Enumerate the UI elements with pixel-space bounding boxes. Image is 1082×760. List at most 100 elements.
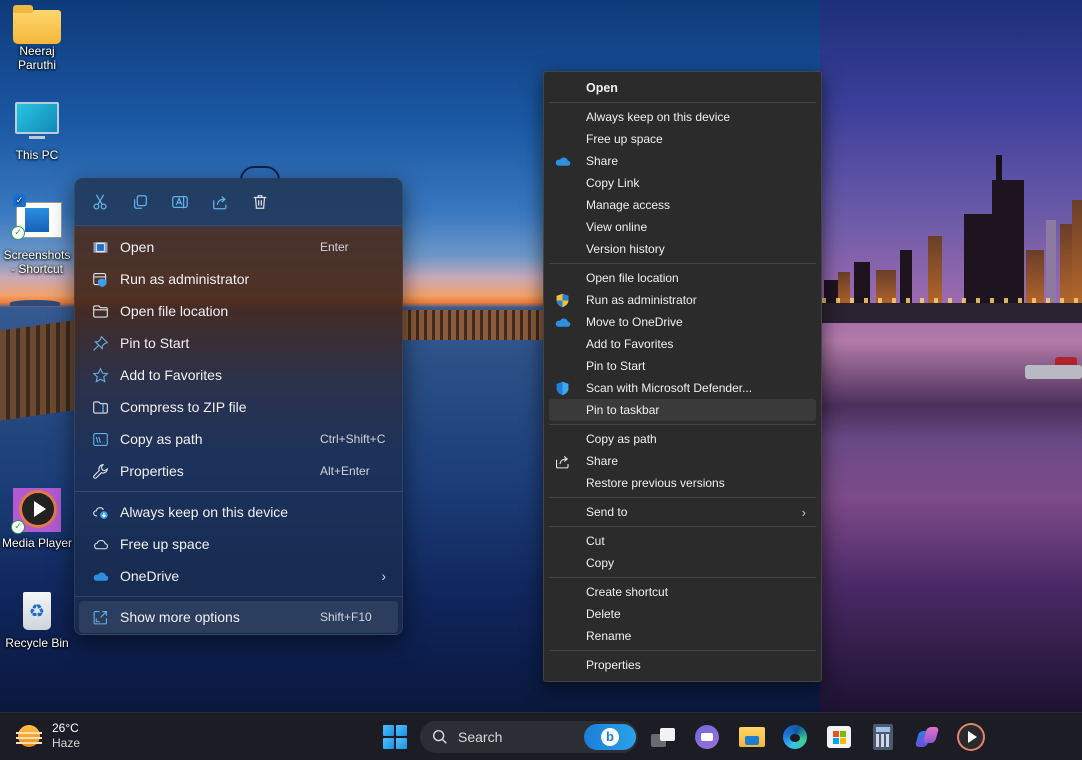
menu-separator	[549, 424, 816, 425]
pin-icon	[92, 335, 108, 351]
classic-item-share-onedrive[interactable]: Share	[549, 150, 816, 172]
menu-item-label: View online	[586, 220, 648, 234]
classic-item-manage-access[interactable]: Manage access	[549, 194, 816, 216]
classic-item-pin-to-start[interactable]: Pin to Start	[549, 355, 816, 377]
classic-item-copy-as-path[interactable]: Copy as path	[549, 428, 816, 450]
haze-weather-icon	[16, 723, 42, 749]
share-button[interactable]	[207, 189, 233, 215]
classic-item-view-online[interactable]: View online	[549, 216, 816, 238]
menu-item-label: Cut	[586, 534, 605, 548]
menu-item-label: Open file location	[586, 271, 679, 285]
classic-item-copy[interactable]: Copy	[549, 552, 816, 574]
classic-item-scan-with-defender[interactable]: Scan with Microsoft Defender...	[549, 377, 816, 399]
desktop-icon-label: This PC	[15, 148, 59, 162]
menu-item-label: Always keep on this device	[586, 110, 731, 124]
classic-item-move-to-onedrive[interactable]: Move to OneDrive	[549, 311, 816, 333]
menu-item-label: OneDrive	[120, 568, 180, 584]
chevron-right-icon: ›	[801, 504, 806, 520]
taskbar: 26°C Haze Search b	[0, 712, 1082, 760]
bing-chat-button[interactable]: b	[584, 724, 636, 750]
menu-item-label: Add to Favorites	[120, 367, 222, 383]
menu-item-always-keep-on-device[interactable]: Always keep on this device	[79, 496, 398, 528]
share-icon	[213, 196, 227, 210]
menu-item-add-to-favorites[interactable]: Add to Favorites	[79, 359, 398, 391]
taskbar-edge[interactable]	[781, 723, 809, 751]
taskbar-meet-now[interactable]	[693, 723, 721, 751]
onedrive-icon	[93, 571, 108, 581]
menu-item-free-up-space[interactable]: Free up space	[79, 528, 398, 560]
delete-button[interactable]	[247, 189, 273, 215]
taskbar-copilot[interactable]	[913, 723, 941, 751]
taskbar-store[interactable]	[825, 723, 853, 751]
menu-item-pin-to-start[interactable]: Pin to Start	[79, 327, 398, 359]
copy-path-icon	[92, 432, 108, 446]
menu-item-label: Free up space	[120, 536, 210, 552]
weather-condition: Haze	[52, 736, 81, 750]
desktop-icon-label: Recycle Bin	[5, 636, 69, 650]
menu-item-label: Delete	[586, 607, 621, 621]
classic-item-open[interactable]: Open	[549, 77, 816, 99]
classic-item-always-keep-on-device[interactable]: Always keep on this device	[549, 106, 816, 128]
menu-item-label: Pin to Start	[586, 359, 646, 373]
classic-item-cut[interactable]: Cut	[549, 530, 816, 552]
taskbar-file-explorer[interactable]	[738, 723, 766, 751]
wallpaper-boat	[1025, 357, 1082, 379]
classic-item-delete[interactable]: Delete	[549, 603, 816, 625]
menu-item-label: Open file location	[120, 303, 229, 319]
start-button[interactable]	[383, 725, 407, 749]
weather-temperature: 26°C	[52, 721, 79, 735]
menu-item-label: Share	[586, 454, 619, 468]
menu-item-label: Pin to Start	[120, 335, 190, 351]
cut-button[interactable]	[87, 189, 113, 215]
desktop-icon-media-player[interactable]: ✓ Media Player	[0, 488, 74, 550]
classic-item-version-history[interactable]: Version history	[549, 238, 816, 260]
menu-item-label: Open	[586, 81, 618, 95]
calculator-icon	[873, 724, 893, 750]
weather-widget[interactable]: 26°C Haze	[16, 721, 80, 751]
copy-button[interactable]	[127, 189, 153, 215]
classic-item-free-up-space[interactable]: Free up space	[549, 128, 816, 150]
classic-item-rename[interactable]: Rename	[549, 625, 816, 647]
cloud-download-icon	[92, 506, 108, 519]
classic-item-add-to-favorites[interactable]: Add to Favorites	[549, 333, 816, 355]
menu-item-run-as-administrator[interactable]: Run as administrator	[79, 263, 398, 295]
menu-item-label: Add to Favorites	[586, 337, 674, 351]
desktop-icon-screenshots-shortcut[interactable]: ✓ ✓ Screenshots - Shortcut	[0, 194, 74, 276]
menu-item-compress-to-zip[interactable]: Compress to ZIP file	[79, 391, 398, 423]
rename-button[interactable]	[167, 189, 193, 215]
taskbar-calculator[interactable]	[869, 723, 897, 751]
menu-item-label: Restore previous versions	[586, 476, 725, 490]
wallpaper-breakwater	[403, 310, 543, 340]
task-view-icon	[651, 726, 677, 748]
wallpaper-shore	[822, 303, 1082, 323]
wallpaper-city-sky	[820, 0, 1082, 712]
classic-item-send-to[interactable]: Send to ›	[549, 501, 816, 523]
classic-item-pin-to-taskbar[interactable]: Pin to taskbar	[549, 399, 816, 421]
taskbar-search-box[interactable]: Search b	[420, 721, 638, 753]
desktop-icon-this-pc[interactable]: This PC	[0, 100, 74, 162]
menu-item-copy-as-path[interactable]: Copy as path Ctrl+Shift+C	[79, 423, 398, 455]
folder-icon	[92, 304, 108, 318]
desktop-icon-user-folder[interactable]: Neeraj Paruthi	[0, 4, 74, 72]
classic-item-share[interactable]: Share	[549, 450, 816, 472]
taskbar-media-player[interactable]	[957, 723, 985, 751]
wrench-icon	[92, 463, 108, 479]
classic-item-create-shortcut[interactable]: Create shortcut	[549, 581, 816, 603]
wallpaper-island	[10, 300, 60, 306]
classic-context-menu: Open Always keep on this device Free up …	[543, 71, 822, 682]
menu-item-show-more-options[interactable]: Show more options Shift+F10	[79, 601, 398, 633]
menu-item-open-file-location[interactable]: Open file location	[79, 295, 398, 327]
taskbar-task-view[interactable]	[650, 723, 678, 751]
classic-item-open-file-location[interactable]: Open file location	[549, 267, 816, 289]
classic-item-copy-link[interactable]: Copy Link	[549, 172, 816, 194]
menu-item-open[interactable]: Open Enter	[79, 231, 398, 263]
menu-item-properties[interactable]: Properties Alt+Enter	[79, 455, 398, 487]
desktop-icon-label: Media Player	[1, 536, 73, 550]
desktop-icon-recycle-bin[interactable]: ♻ Recycle Bin	[0, 588, 74, 650]
classic-item-properties[interactable]: Properties	[549, 654, 816, 676]
classic-item-restore-previous-versions[interactable]: Restore previous versions	[549, 472, 816, 494]
share-icon	[555, 455, 569, 468]
menu-item-onedrive[interactable]: OneDrive ›	[79, 560, 398, 592]
classic-item-run-as-administrator[interactable]: Run as administrator	[549, 289, 816, 311]
menu-item-label: Copy as path	[120, 431, 203, 447]
